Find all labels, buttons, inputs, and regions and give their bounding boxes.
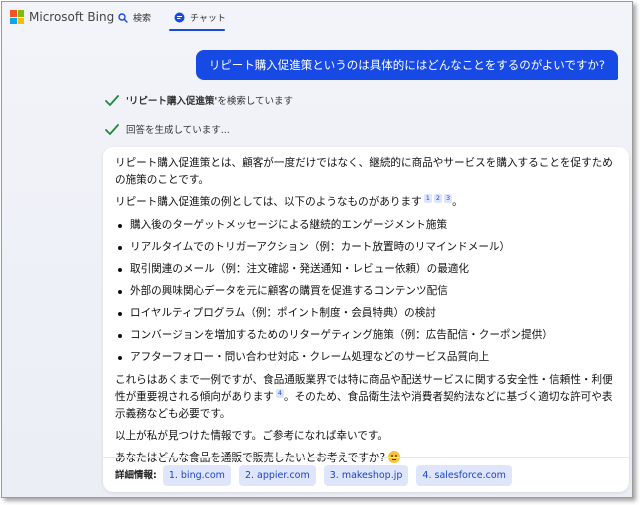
source-link[interactable]: 3. makeshop.jp (323, 465, 409, 486)
search-icon (118, 12, 128, 23)
checkmark-icon (105, 123, 119, 135)
citation-1[interactable]: 1 (423, 194, 432, 204)
checkmark-icon (105, 94, 119, 106)
chat-icon (174, 12, 185, 23)
list-item: 外部の興味関心データを元に顧客の購買を促進するコンテンツ配信 (117, 283, 615, 300)
progress-searching: 'リピート購入促進策' を検索しています (105, 93, 293, 107)
citation-4[interactable]: 4 (275, 389, 285, 399)
answer-closing: 以上が私が見つけた情報です。ご参考になれば幸いです。 (115, 430, 388, 442)
list-item: リアルタイムでのトリガーアクション（例：カート放置時のリマインドメール） (117, 239, 615, 256)
user-message: リピート購入促進策というのは具体的にはどんなことをするのがよいですか? (195, 50, 618, 80)
examples-list: 購入後のターゲットメッセージによる継続的エンゲージメント施策 リアルタイムでのト… (117, 217, 615, 366)
learn-more-bar: 詳細情報: 1. bing.com 2. appier.com 3. makes… (115, 465, 520, 486)
bing-logo[interactable]: Microsoft Bing (10, 10, 114, 24)
examples-lead-end: 。 (452, 196, 463, 208)
list-item: 購入後のターゲットメッセージによる継続的エンゲージメント施策 (117, 217, 615, 234)
search-query: 'リピート購入促進策' (126, 96, 218, 107)
tab-search-label: 検索 (133, 14, 152, 24)
answer-note: これらはあくまで一例ですが、食品通販業界では特に商品や配送サービスに関する安全性… (115, 372, 615, 423)
microsoft-logo-icon (10, 10, 24, 24)
brand-name: Microsoft Bing (29, 10, 115, 24)
active-tab-indicator (169, 29, 225, 31)
tab-chat[interactable]: チャット (174, 11, 226, 24)
list-item: アフターフォロー・問い合わせ対応・クレーム処理などのサービス品質向上 (117, 349, 615, 366)
browser-window: Microsoft Bing 検索 チャット リピート購入促進策というのは具体的… (1, 1, 633, 498)
citation-3[interactable]: 3 (443, 194, 453, 204)
generating-status: 回答を生成しています... (126, 125, 230, 136)
answer-question: あなたはどんな食品を通販で販売したいとお考えですか? (115, 452, 386, 464)
citation-2[interactable]: 2 (433, 194, 442, 204)
answer-card: リピート購入促進策とは、顧客が一度だけではなく、継続的に商品やサービスを購入する… (103, 147, 629, 492)
examples-lead-text: リピート購入促進策の例としては、以下のようなものがあります (115, 196, 422, 208)
divider (103, 457, 629, 458)
answer-examples-lead: リピート購入促進策の例としては、以下のようなものがあります 1 2 3。 (115, 194, 615, 211)
list-item: 取引関連のメール（例：注文確認・発送通知・レビュー依頼）の最適化 (117, 261, 615, 278)
source-link[interactable]: 1. bing.com (162, 465, 231, 486)
top-bar: Microsoft Bing 検索 チャット (2, 2, 632, 34)
source-link[interactable]: 2. appier.com (238, 465, 316, 486)
searching-status: を検索しています (217, 96, 294, 107)
list-item: ロイヤルティプログラム（例：ポイント制度・会員特典）の検討 (117, 305, 615, 322)
learn-more-label: 詳細情報: (115, 470, 157, 481)
list-item: コンバージョンを増加するためのリターゲティング施策（例：広告配信・クーポン提供） (117, 327, 615, 344)
tab-search[interactable]: 検索 (118, 11, 151, 24)
progress-generating: 回答を生成しています... (105, 122, 230, 136)
answer-intro: リピート購入促進策とは、顧客が一度だけではなく、継続的に商品やサービスを購入する… (115, 157, 613, 186)
source-link[interactable]: 4. salesforce.com (416, 465, 512, 486)
tab-chat-label: チャット (190, 14, 226, 24)
